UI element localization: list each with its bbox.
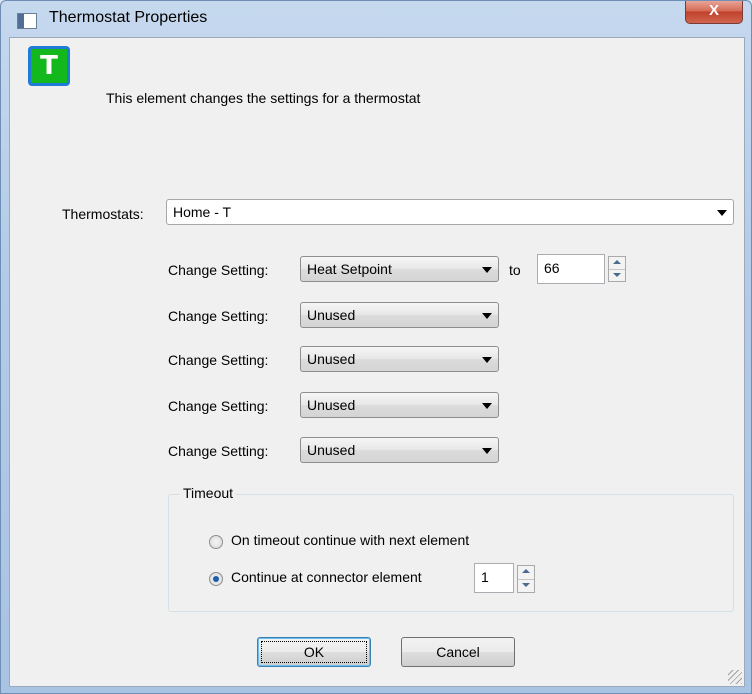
chevron-down-icon	[482, 403, 492, 409]
resize-grip[interactable]	[728, 670, 742, 684]
change-setting-select-5[interactable]: Unused	[300, 437, 499, 463]
change-setting-label-4: Change Setting:	[168, 398, 269, 414]
spin-up-icon[interactable]	[609, 257, 625, 269]
connector-element-spinner[interactable]	[517, 565, 535, 593]
chevron-down-icon	[482, 357, 492, 363]
spin-up-icon[interactable]	[518, 566, 534, 579]
thermostats-label: Thermostats:	[62, 206, 144, 222]
setpoint-spinner[interactable]	[608, 256, 626, 282]
cancel-button-label: Cancel	[436, 644, 480, 660]
change-setting-label-3: Change Setting:	[168, 352, 269, 368]
change-setting-select-2[interactable]: Unused	[300, 302, 499, 328]
window-title: Thermostat Properties	[49, 9, 208, 26]
timeout-connector-label[interactable]: Continue at connector element	[231, 569, 422, 585]
connector-element-value: 1	[481, 569, 489, 585]
change-setting-value-1: Heat Setpoint	[307, 261, 392, 277]
timeout-group-title: Timeout	[180, 485, 237, 501]
close-button[interactable]: X	[685, 1, 743, 24]
window-icon	[17, 13, 37, 29]
change-setting-value-5: Unused	[307, 442, 356, 458]
chevron-down-icon	[482, 267, 492, 273]
thermostats-select[interactable]: Home - T	[166, 199, 734, 225]
timeout-continue-next-radio[interactable]	[209, 535, 223, 549]
change-setting-value-2: Unused	[307, 307, 356, 323]
setpoint-input[interactable]: 66	[537, 254, 605, 284]
change-setting-select-1[interactable]: Heat Setpoint	[300, 256, 499, 282]
change-setting-value-3: Unused	[307, 351, 356, 367]
timeout-groupbox	[168, 494, 734, 612]
change-setting-label-2: Change Setting:	[168, 308, 269, 324]
thermostat-element-icon: T	[28, 46, 70, 86]
timeout-connector-radio[interactable]	[209, 572, 223, 586]
chevron-down-icon	[482, 448, 492, 454]
change-setting-select-3[interactable]: Unused	[300, 346, 499, 372]
focus-ring	[261, 641, 367, 663]
spin-down-icon[interactable]	[609, 269, 625, 282]
setpoint-value: 66	[544, 260, 560, 276]
change-setting-label-5: Change Setting:	[168, 443, 269, 459]
chevron-down-icon	[482, 313, 492, 319]
element-description: This element changes the settings for a …	[106, 90, 421, 106]
chevron-down-icon	[717, 210, 727, 216]
change-setting-value-4: Unused	[307, 397, 356, 413]
timeout-continue-next-label[interactable]: On timeout continue with next element	[231, 532, 469, 548]
connector-element-input[interactable]: 1	[474, 563, 514, 593]
change-setting-label-1: Change Setting:	[168, 262, 269, 278]
thermostats-selected-value: Home - T	[173, 204, 232, 220]
change-setting-select-4[interactable]: Unused	[300, 392, 499, 418]
spin-down-icon[interactable]	[518, 579, 534, 593]
cancel-button[interactable]: Cancel	[401, 637, 515, 667]
ok-button[interactable]: OK	[257, 637, 371, 667]
to-label: to	[509, 262, 521, 278]
title-bar[interactable]: Thermostat Properties X	[1, 1, 751, 37]
